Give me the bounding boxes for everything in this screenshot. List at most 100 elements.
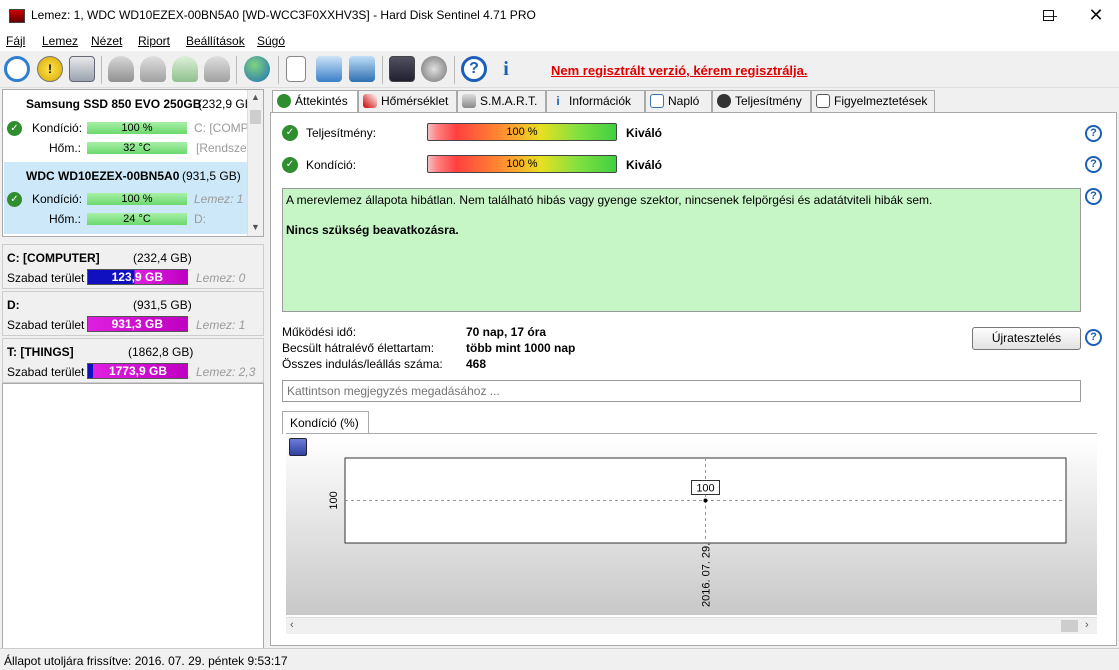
toolbar-separator xyxy=(236,56,237,84)
performance-rating: Kiváló xyxy=(626,126,663,140)
volume-card-t[interactable]: T: [THINGS] (1862,8 GB) Szabad terület 1… xyxy=(2,338,264,383)
scroll-thumb[interactable] xyxy=(1061,620,1078,632)
tab-performance[interactable]: Teljesítmény xyxy=(712,90,811,112)
health-label: Kondíció: xyxy=(32,121,83,135)
help-icon[interactable]: ? xyxy=(1085,329,1102,346)
network-icon[interactable] xyxy=(349,56,375,82)
ok-check-icon: ✓ xyxy=(7,121,22,136)
tab-label: Teljesítmény xyxy=(735,94,802,108)
scroll-thumb[interactable] xyxy=(250,110,261,124)
free-space-label: Szabad terület xyxy=(7,318,85,332)
free-space-label: Szabad terület xyxy=(7,271,85,285)
volume-disk: Lemez: 2,3 xyxy=(196,365,256,379)
volume-card-c[interactable]: C: [COMPUTER] (232,4 GB) Szabad terület … xyxy=(2,244,264,289)
disk-name: Samsung SSD 850 EVO 250GB xyxy=(26,97,202,111)
disk-icon[interactable] xyxy=(69,56,95,82)
menu-settings[interactable]: Beállítások xyxy=(186,34,245,48)
tab-information[interactable]: i Információk xyxy=(546,90,645,112)
menu-disk[interactable]: Lemez xyxy=(42,34,78,48)
volume-disk: Lemez: 0 xyxy=(196,271,246,285)
monitor-icon[interactable] xyxy=(389,56,415,82)
health-label: Kondíció: xyxy=(306,158,357,172)
health-meter: 100 % xyxy=(427,155,617,173)
scroll-down-icon[interactable]: ▼ xyxy=(251,222,260,232)
toolbar-separator xyxy=(101,56,102,84)
status-bar-text: Állapot utoljára frissítve: 2016. 07. 29… xyxy=(4,654,288,668)
comment-input[interactable] xyxy=(282,380,1081,402)
data-label: 100 xyxy=(696,483,714,495)
status-box: A merevlemez állapota hibátlan. Nem talá… xyxy=(282,188,1081,312)
chart-scrollbar[interactable]: ‹ › xyxy=(286,617,1097,634)
help-icon[interactable]: ? xyxy=(461,56,487,82)
disk-list-scrollbar[interactable]: ▲ ▼ xyxy=(247,90,263,236)
menu-bar: Fájl Lemez Nézet Riport Beállítások Súgó xyxy=(0,31,1119,51)
tab-temperature[interactable]: Hőmérséklet xyxy=(358,90,457,112)
close-button[interactable]: ✕ xyxy=(1073,0,1119,31)
disk-surface-icon[interactable] xyxy=(140,56,166,82)
chart-svg: 100 100 2016. 07. 29. xyxy=(328,457,1067,607)
volume-size: (1862,8 GB) xyxy=(128,345,194,359)
send-report-icon[interactable] xyxy=(316,56,342,82)
left-panel-blank xyxy=(2,383,264,649)
refresh-icon[interactable] xyxy=(4,56,30,82)
disk-list: Samsung SSD 850 EVO 250GB (232,9 GB) ✓ K… xyxy=(2,89,264,237)
overview-panel: ✓ Teljesítmény: 100 % Kiváló ? ✓ Kondíci… xyxy=(270,112,1117,646)
tab-label: Napló xyxy=(668,94,700,108)
disk-volume-label: [Rendszer] xyxy=(196,141,248,155)
ok-check-icon: ✓ xyxy=(7,192,22,207)
tab-label: S.M.A.R.T. xyxy=(480,94,538,108)
help-icon[interactable]: ? xyxy=(1085,188,1102,205)
menu-help[interactable]: Súgó xyxy=(257,34,285,48)
temp-bar: 32 °C xyxy=(87,142,187,154)
ok-check-icon: ✓ xyxy=(282,125,298,141)
tab-label: Információk xyxy=(569,94,632,108)
temp-bar: 24 °C xyxy=(87,213,187,225)
volume-name: D: xyxy=(7,298,20,312)
disk-card-0[interactable]: Samsung SSD 850 EVO 250GB (232,9 GB) ✓ K… xyxy=(4,90,257,162)
menu-view[interactable]: Nézet xyxy=(91,34,122,48)
tab-smart[interactable]: S.M.A.R.T. xyxy=(457,90,546,112)
disk-test-icon[interactable] xyxy=(108,56,134,82)
volume-card-d[interactable]: D: (931,5 GB) Szabad terület 931,3 GB Le… xyxy=(2,291,264,336)
help-icon[interactable]: ? xyxy=(1085,125,1102,142)
performance-meter: 100 % xyxy=(427,123,617,141)
disk-tool-icon[interactable] xyxy=(204,56,230,82)
globe-icon[interactable] xyxy=(244,56,270,82)
health-rating: Kiváló xyxy=(626,158,663,172)
volume-disk: Lemez: 1 xyxy=(196,318,246,332)
disk-index: Lemez: 1 xyxy=(194,192,244,206)
health-bar: 100 % xyxy=(87,122,187,134)
info-icon: i xyxy=(556,94,560,108)
retest-button[interactable]: Újratesztelés xyxy=(972,327,1081,350)
help-icon[interactable]: ? xyxy=(1085,156,1102,173)
tab-bar: Áttekintés Hőmérséklet S.M.A.R.T. i Info… xyxy=(270,90,1117,113)
scroll-left-icon[interactable]: ‹ xyxy=(290,619,294,631)
health-bar: 100 % xyxy=(87,193,187,205)
tab-overview[interactable]: Áttekintés xyxy=(272,90,358,113)
y-tick-label: 100 xyxy=(328,491,340,509)
chart-tab-health[interactable]: Kondíció (%) xyxy=(282,411,369,434)
alert-refresh-icon[interactable]: ! xyxy=(37,56,63,82)
free-space-bar: 123,9 GB xyxy=(87,269,188,285)
info-icon[interactable]: i xyxy=(493,56,519,82)
register-link[interactable]: Nem regisztrált verzió, kérem regisztrál… xyxy=(551,63,808,78)
status-text: A merevlemez állapota hibátlan. Nem talá… xyxy=(286,193,933,207)
scroll-up-icon[interactable]: ▲ xyxy=(251,92,260,102)
title-bar: Lemez: 1, WDC WD10EZEX-00BN5A0 [WD-WCC3F… xyxy=(0,0,1119,31)
toolbar-separator xyxy=(382,56,383,84)
thermometer-icon xyxy=(363,94,377,108)
tab-label: Áttekintés xyxy=(295,94,348,108)
health-label: Kondíció: xyxy=(32,192,83,206)
menu-file[interactable]: Fájl xyxy=(6,34,25,48)
tab-alerts[interactable]: Figyelmeztetések xyxy=(811,90,935,112)
menu-report[interactable]: Riport xyxy=(138,34,170,48)
status-action: Nincs szükség beavatkozásra. xyxy=(286,223,459,237)
sound-icon[interactable] xyxy=(421,56,447,82)
disk-check-icon[interactable] xyxy=(172,56,198,82)
disk-card-1[interactable]: WDC WD10EZEX-00BN5A0 (931,5 GB) ✓ Kondíc… xyxy=(4,162,248,234)
scroll-right-icon[interactable]: › xyxy=(1085,619,1089,631)
tab-log[interactable]: Napló xyxy=(645,90,712,112)
window-title: Lemez: 1, WDC WD10EZEX-00BN5A0 [WD-WCC3F… xyxy=(31,8,536,22)
report-icon[interactable] xyxy=(286,56,306,82)
uptime-value: 70 nap, 17 óra xyxy=(466,325,547,339)
